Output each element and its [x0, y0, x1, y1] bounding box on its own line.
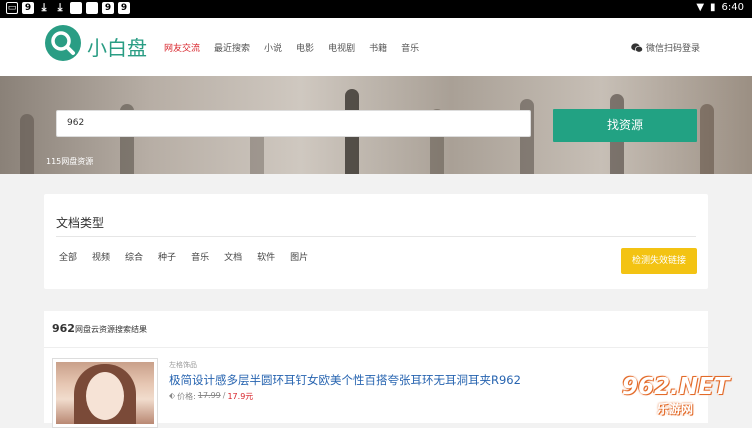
wechat-icon: [631, 42, 643, 53]
filter-video[interactable]: 视频: [92, 250, 110, 263]
download-icon: ⤓: [57, 1, 63, 14]
watermark-logo: 962.NET 乐游网: [612, 372, 748, 420]
filter-torrent[interactable]: 种子: [158, 250, 176, 263]
site-header: 小白盘 网友交流 最近搜索 小说 电影 电视剧 书籍 音乐 微信扫码登录: [0, 18, 752, 76]
nav-item-tv[interactable]: 电视剧: [328, 41, 355, 54]
status-time: 6:40: [721, 2, 744, 13]
result-title-link[interactable]: 极简设计感多层半圆环耳钉女欧美个性百搭夸张耳环无耳洞耳夹R962: [169, 372, 521, 388]
tag-icon: ⬖: [169, 391, 176, 400]
search-banner: 962 找资源 115网盘资源: [0, 76, 752, 174]
results-header: 962网盘云资源搜索结果: [44, 311, 708, 347]
nav-item-recent-search[interactable]: 最近搜索: [214, 41, 250, 54]
nav-item-books[interactable]: 书籍: [369, 41, 387, 54]
filter-general[interactable]: 综合: [125, 250, 143, 263]
download-icon: ⤓: [41, 1, 47, 14]
filter-document[interactable]: 文档: [224, 250, 242, 263]
logo-text[interactable]: 小白盘: [87, 32, 147, 61]
battery-icon: ▮: [710, 2, 716, 13]
doc-type-filters: 全部 视频 综合 种子 音乐 文档 软件 图片: [59, 250, 323, 263]
divider: [56, 236, 696, 237]
shop-name: 左格饰品: [169, 361, 197, 369]
old-price: 17.99: [197, 391, 221, 400]
price-label: 价格:: [177, 392, 196, 401]
price-row: ⬖ 价格: 17.99 / 17.9元: [169, 391, 254, 401]
nav-item-novels[interactable]: 小说: [264, 41, 282, 54]
app-notification-icon: [70, 2, 82, 14]
app-notification-icon: 9: [102, 2, 114, 14]
app-notification-icon: 9: [22, 2, 34, 14]
filter-all[interactable]: 全部: [59, 250, 77, 263]
logo-icon[interactable]: [45, 25, 81, 61]
app-notification-icon: 9: [118, 2, 130, 14]
doc-type-title: 文档类型: [56, 216, 105, 230]
login-label: 微信扫码登录: [645, 44, 700, 54]
doc-type-panel: 文档类型 全部 视频 综合 种子 音乐 文档 软件 图片 检测失效链接: [44, 194, 708, 289]
nav-item-community[interactable]: 网友交流: [164, 41, 200, 54]
watermark-main: 962.NET: [622, 374, 730, 400]
check-invalid-links-button[interactable]: 检测失效链接: [621, 248, 697, 274]
results-query: 962: [52, 322, 75, 335]
nav-item-music[interactable]: 音乐: [401, 41, 419, 54]
main-nav: 网友交流 最近搜索 小说 电影 电视剧 书籍 音乐: [164, 41, 433, 54]
filter-image[interactable]: 图片: [290, 250, 308, 263]
status-bar: ▭ 9 ⤓ ⤓ 9 9 ▼ ▮ 6:40: [0, 0, 752, 18]
screenshot-icon: ▭: [6, 2, 18, 14]
notification-icons: ▭ 9 ⤓ ⤓ 9 9: [6, 2, 130, 14]
new-price: 17.9元: [227, 392, 254, 401]
watermark-sub: 乐游网: [657, 402, 694, 416]
app-notification-icon: [86, 2, 98, 14]
nav-item-movies[interactable]: 电影: [296, 41, 314, 54]
search-input[interactable]: 962: [56, 110, 531, 137]
wifi-icon: ▼: [696, 2, 705, 13]
filter-software[interactable]: 软件: [257, 250, 275, 263]
results-header-suffix: 网盘云资源搜索结果: [74, 325, 147, 334]
search-button[interactable]: 找资源: [553, 109, 697, 142]
result-thumbnail[interactable]: [52, 358, 158, 428]
filter-music[interactable]: 音乐: [191, 250, 209, 263]
wechat-login-link[interactable]: 微信扫码登录: [631, 41, 700, 54]
result-item[interactable]: 左格饰品 极简设计感多层半圆环耳钉女欧美个性百搭夸张耳环无耳洞耳夹R962 ⬖ …: [44, 347, 708, 428]
search-source-note: 115网盘资源: [46, 157, 94, 166]
